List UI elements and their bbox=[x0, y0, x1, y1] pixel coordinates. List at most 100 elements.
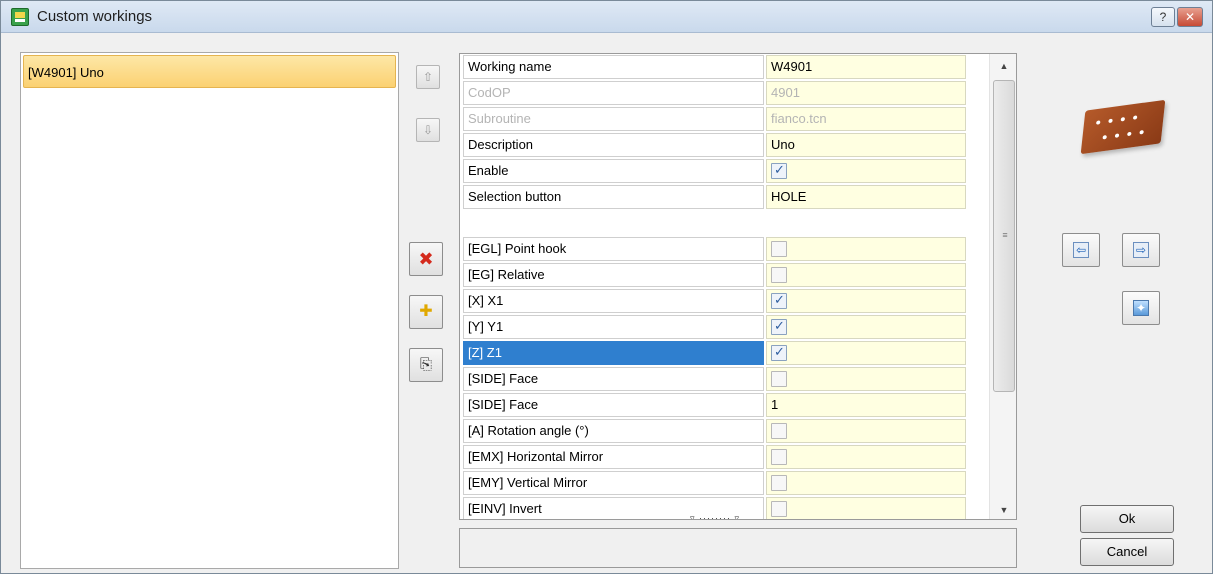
scroll-up-arrow[interactable]: ▲ bbox=[990, 61, 1016, 71]
unchecked-checkbox[interactable] bbox=[771, 423, 787, 439]
checked-checkbox[interactable] bbox=[771, 162, 787, 179]
property-name[interactable]: Working name bbox=[463, 55, 764, 79]
scroll-down-arrow[interactable]: ▼ bbox=[990, 505, 1016, 515]
delete-button[interactable]: ✖ bbox=[409, 242, 443, 276]
property-checkbox-cell[interactable] bbox=[766, 341, 966, 365]
grid-row[interactable]: [EMY] Vertical Mirror bbox=[460, 470, 987, 496]
unchecked-checkbox[interactable] bbox=[771, 241, 787, 257]
properties-grid[interactable]: Working name W4901 CodOP 4901 Subroutine fian… bbox=[459, 53, 1017, 520]
copy-button[interactable]: ⎘ bbox=[409, 348, 443, 382]
property-value[interactable]: 1 bbox=[766, 393, 966, 417]
property-value[interactable]: HOLE bbox=[766, 185, 966, 209]
grid-row[interactable]: Enable bbox=[460, 158, 987, 184]
property-checkbox-cell[interactable] bbox=[766, 419, 966, 443]
grid-row[interactable]: [A] Rotation angle (°) bbox=[460, 418, 987, 444]
new-document-icon: ✚ bbox=[419, 303, 433, 320]
grid-row[interactable]: Selection button HOLE bbox=[460, 184, 987, 210]
property-name[interactable]: [X] X1 bbox=[463, 289, 764, 313]
arrow-up-icon: ⇧ bbox=[422, 70, 434, 84]
new-button[interactable]: ✚ bbox=[409, 295, 443, 329]
scroll-thumb[interactable]: ≡ bbox=[993, 80, 1015, 392]
property-name[interactable]: CodOP bbox=[463, 81, 764, 105]
previous-image-button[interactable]: ⇦ bbox=[1062, 233, 1100, 267]
grip-icon: ≡ bbox=[1002, 230, 1008, 240]
arrow-left-icon: ⇦ bbox=[1073, 242, 1089, 258]
arrow-right-icon: ⇨ bbox=[1133, 242, 1149, 258]
property-name[interactable]: Description bbox=[463, 133, 764, 157]
list-item[interactable]: [W4901] Uno bbox=[23, 55, 396, 88]
grid-row[interactable]: [Z] Z1 bbox=[460, 340, 987, 366]
property-checkbox-cell[interactable] bbox=[766, 263, 966, 287]
property-name[interactable]: [EMY] Vertical Mirror bbox=[463, 471, 764, 495]
property-value[interactable]: W4901 bbox=[766, 55, 966, 79]
next-image-button[interactable]: ⇨ bbox=[1122, 233, 1160, 267]
ok-button[interactable]: Ok bbox=[1080, 505, 1174, 533]
move-up-button[interactable]: ⇧ bbox=[416, 65, 440, 89]
workings-list[interactable]: [W4901] Uno bbox=[20, 52, 399, 569]
hole-dot bbox=[1132, 115, 1138, 120]
grid-row[interactable]: [EMX] Horizontal Mirror bbox=[460, 444, 987, 470]
splitter[interactable] bbox=[460, 519, 1017, 520]
app-icon bbox=[11, 8, 29, 26]
checked-checkbox[interactable] bbox=[771, 344, 787, 361]
grid-row[interactable]: [SIDE] Face bbox=[460, 366, 987, 392]
description-area bbox=[459, 528, 1017, 568]
property-name[interactable]: [EG] Relative bbox=[463, 263, 764, 287]
property-value: 4901 bbox=[766, 81, 966, 105]
vertical-scrollbar[interactable]: ▲ ≡ ▼ bbox=[989, 54, 1016, 519]
grid-row[interactable]: CodOP 4901 bbox=[460, 80, 987, 106]
grid-row[interactable]: Subroutine fianco.tcn bbox=[460, 106, 987, 132]
help-button[interactable]: ? bbox=[1151, 7, 1175, 27]
unchecked-checkbox[interactable] bbox=[771, 475, 787, 491]
property-checkbox-cell[interactable] bbox=[766, 315, 966, 339]
property-name[interactable]: Enable bbox=[463, 159, 764, 183]
property-checkbox-cell[interactable] bbox=[766, 471, 966, 495]
cancel-button[interactable]: Cancel bbox=[1080, 538, 1174, 566]
property-name[interactable]: [Z] Z1 bbox=[463, 341, 764, 365]
splitter-handle[interactable]: ▿ ········ ▿ bbox=[690, 513, 740, 519]
change-image-button[interactable]: ✦ bbox=[1122, 291, 1160, 325]
property-checkbox-cell[interactable] bbox=[766, 237, 966, 261]
property-checkbox-cell[interactable] bbox=[766, 289, 966, 313]
checked-checkbox[interactable] bbox=[771, 318, 787, 335]
grid-row[interactable]: [EG] Relative bbox=[460, 262, 987, 288]
property-name[interactable]: [EGL] Point hook bbox=[463, 237, 764, 261]
image-icon: ✦ bbox=[1133, 300, 1149, 316]
preview-image bbox=[1078, 99, 1173, 159]
property-name[interactable]: [Y] Y1 bbox=[463, 315, 764, 339]
unchecked-checkbox[interactable] bbox=[771, 501, 787, 517]
property-name[interactable]: [SIDE] Face bbox=[463, 393, 764, 417]
grid-rows: Working name W4901 CodOP 4901 Subroutine fian… bbox=[460, 54, 987, 519]
grid-row[interactable]: Description Uno bbox=[460, 132, 987, 158]
title-bar: Custom workings ? ✕ bbox=[1, 1, 1212, 33]
grid-row[interactable]: [Y] Y1 bbox=[460, 314, 987, 340]
grid-row[interactable]: [EGL] Point hook bbox=[460, 236, 987, 262]
property-name[interactable]: Selection button bbox=[463, 185, 764, 209]
arrow-down-icon: ⇩ bbox=[422, 123, 434, 137]
move-down-button[interactable]: ⇩ bbox=[416, 118, 440, 142]
hole-dot bbox=[1139, 130, 1144, 135]
property-checkbox-cell[interactable] bbox=[766, 159, 966, 183]
hole-dot bbox=[1127, 131, 1132, 137]
checked-checkbox[interactable] bbox=[771, 292, 787, 309]
property-value[interactable]: Uno bbox=[766, 133, 966, 157]
unchecked-checkbox[interactable] bbox=[771, 371, 787, 387]
property-name[interactable]: Subroutine bbox=[463, 107, 764, 131]
close-button[interactable]: ✕ bbox=[1177, 7, 1203, 27]
property-checkbox-cell[interactable] bbox=[766, 445, 966, 469]
window-title: Custom workings bbox=[37, 8, 153, 25]
property-name[interactable]: [SIDE] Face bbox=[463, 367, 764, 391]
hole-dot bbox=[1120, 116, 1126, 122]
property-name[interactable]: [EMX] Horizontal Mirror bbox=[463, 445, 764, 469]
grid-spacer bbox=[460, 210, 987, 236]
grid-row[interactable]: [SIDE] Face 1 bbox=[460, 392, 987, 418]
grid-row[interactable]: [X] X1 bbox=[460, 288, 987, 314]
property-checkbox-cell[interactable] bbox=[766, 367, 966, 391]
unchecked-checkbox[interactable] bbox=[771, 449, 787, 465]
unchecked-checkbox[interactable] bbox=[771, 267, 787, 283]
custom-workings-dialog: Custom workings ? ✕ [W4901] Uno ⇧ ⇩ ✖ ✚ … bbox=[0, 0, 1213, 574]
hole-dot bbox=[1108, 118, 1113, 124]
property-name[interactable]: [A] Rotation angle (°) bbox=[463, 419, 764, 443]
grid-row[interactable]: Working name W4901 bbox=[460, 54, 987, 80]
property-checkbox-cell[interactable] bbox=[766, 497, 966, 519]
